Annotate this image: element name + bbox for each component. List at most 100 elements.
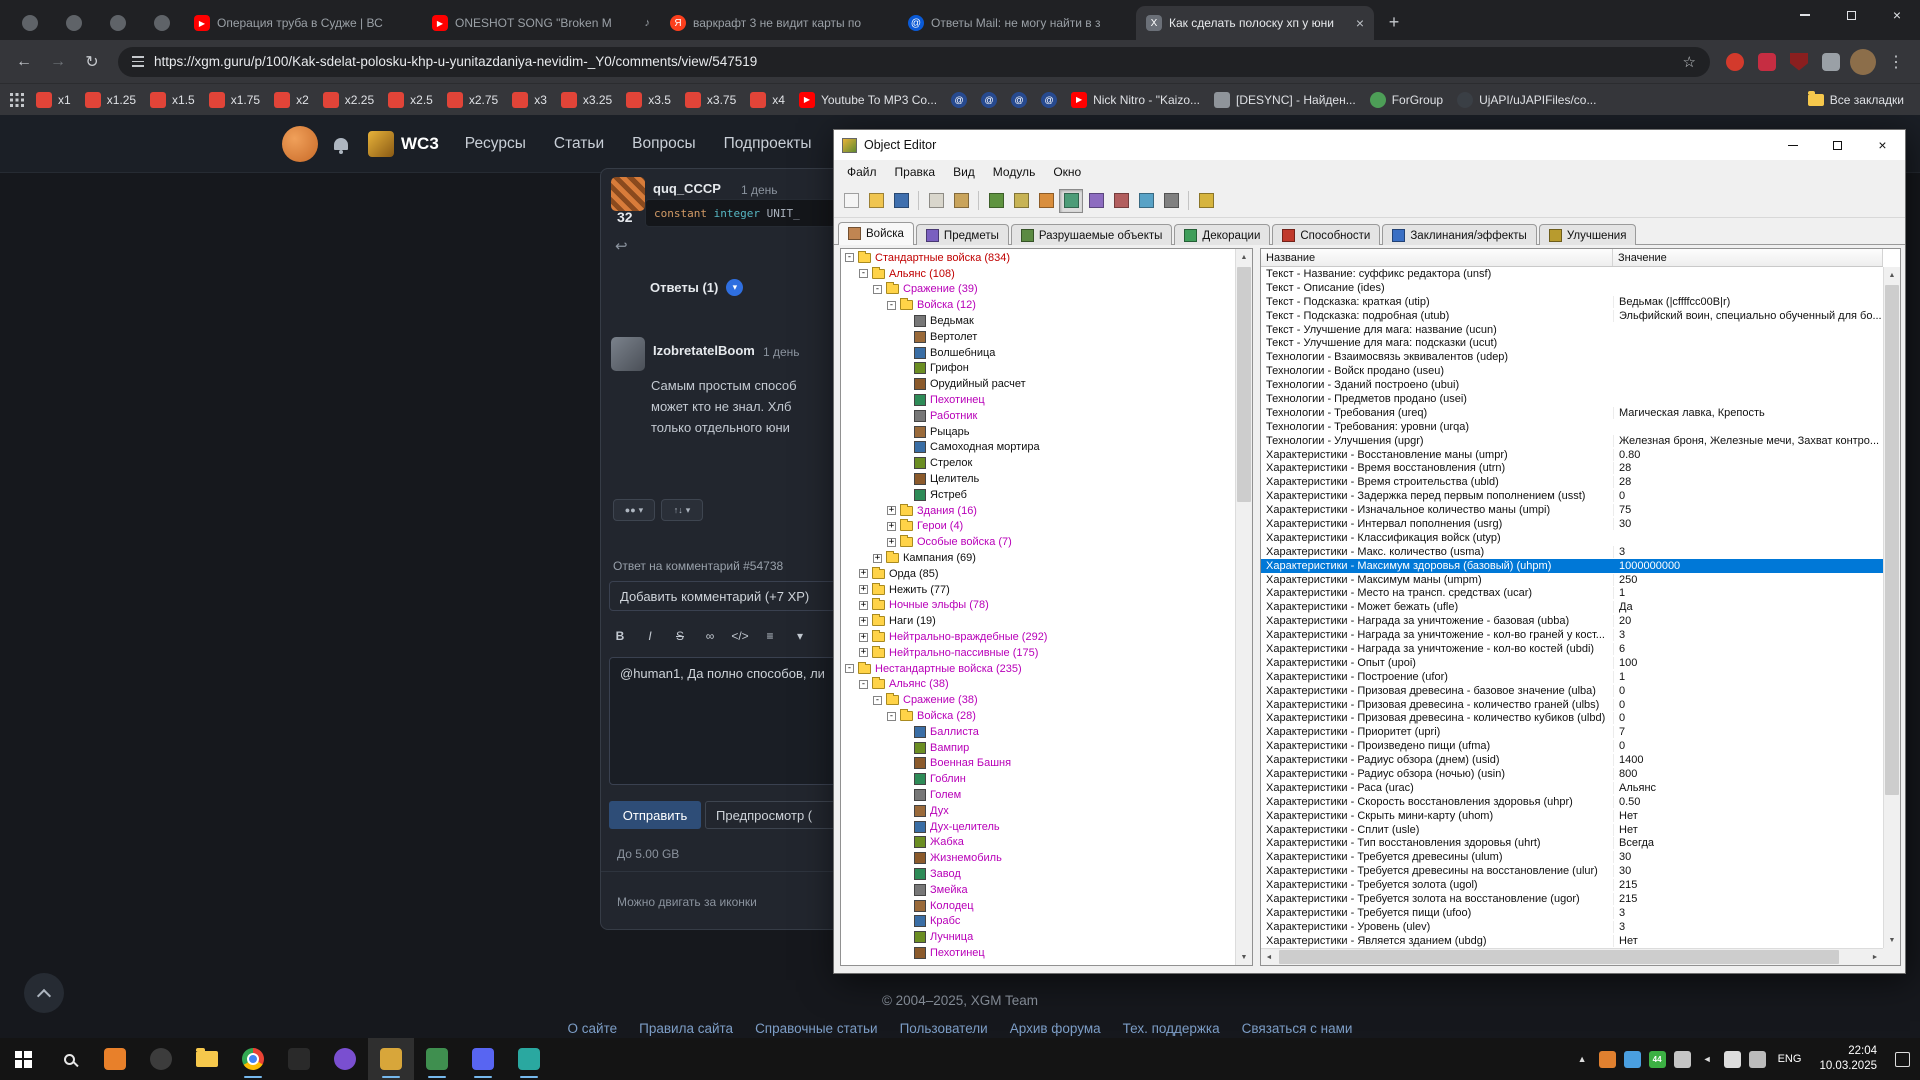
property-row[interactable]: Характеристики - Приоритет (upri) 7	[1261, 725, 1883, 739]
properties-scrollbar[interactable]: ▲ ▼	[1883, 267, 1900, 948]
bookmark-item[interactable]: x3	[506, 89, 553, 111]
property-row[interactable]: Характеристики - Произведено пищи (ufma)…	[1261, 739, 1883, 753]
save-map-button[interactable]	[889, 188, 913, 213]
tray-app-1-icon[interactable]	[1598, 1050, 1616, 1068]
tree-item[interactable]: - Сражение (38)	[842, 692, 1235, 708]
property-row[interactable]: Характеристики - Скорость восстановления…	[1261, 795, 1883, 809]
tree-item[interactable]: - Альянс (38)	[842, 677, 1235, 693]
tree-item[interactable]: - Войска (28)	[842, 708, 1235, 724]
extension-red-icon[interactable]	[1752, 47, 1782, 77]
property-row[interactable]: Текст - Улучшение для мага: подсказки (u…	[1261, 336, 1883, 350]
object-editor-titlebar[interactable]: Object Editor ×	[834, 130, 1905, 160]
property-row[interactable]: Характеристики - Требуется золота (ugol)…	[1261, 878, 1883, 892]
tree-item[interactable]: + Нейтрально-враждебные (292)	[842, 629, 1235, 645]
bookmark-item[interactable]: ▶ Youtube To MP3 Co...	[793, 89, 943, 111]
property-row[interactable]: Характеристики - Максимум маны (umpm) 250	[1261, 573, 1883, 587]
browser-tab[interactable]: X Как сделать полоску хп у юни ×	[1136, 6, 1374, 40]
property-row[interactable]: Характеристики - Тип восстановления здор…	[1261, 837, 1883, 851]
editor-tab[interactable]: Войска	[838, 222, 914, 245]
tree-item[interactable]: Лучница	[842, 929, 1235, 945]
tree-item[interactable]: Ведьмак	[842, 313, 1235, 329]
tree-expand-icon[interactable]: +	[859, 648, 868, 658]
scroll-up-icon[interactable]: ▲	[1884, 267, 1900, 283]
new-map-button[interactable]	[839, 188, 863, 213]
tree-item[interactable]: Рыцарь	[842, 424, 1235, 440]
tree-item[interactable]: Колодец	[842, 898, 1235, 914]
bookmark-item[interactable]: x2.75	[441, 89, 504, 111]
browser-tab[interactable]: @ Ответы Mail: не могу найти в з	[898, 6, 1136, 40]
dark-app-icon[interactable]	[276, 1038, 322, 1080]
scroll-thumb[interactable]	[1237, 267, 1251, 502]
campaign-editor-button[interactable]	[1084, 188, 1108, 213]
footer-link[interactable]: Архив форума	[1010, 1021, 1101, 1036]
tree-item[interactable]: Самоходная мортира	[842, 440, 1235, 456]
property-row[interactable]: Характеристики - Может бежать (ufle) Да	[1261, 600, 1883, 614]
import-manager-button[interactable]	[1159, 188, 1183, 213]
user-avatar[interactable]	[282, 125, 318, 162]
property-row[interactable]: Технологии - Улучшения (upgr) Железная бр…	[1261, 434, 1883, 448]
terrain-editor-button[interactable]	[984, 188, 1008, 213]
tree-item[interactable]: + Нейтрально-пассивные (175)	[842, 645, 1235, 661]
replies-toggle[interactable]: Ответы (1) ▾	[650, 279, 744, 296]
nav-wc3[interactable]: WC3	[401, 134, 439, 154]
browser-maximize-button[interactable]	[1828, 0, 1874, 30]
object-editor-button[interactable]	[1059, 188, 1083, 213]
address-bar[interactable]: https://xgm.guru/p/100/Kak-sdelat-polosk…	[118, 46, 1710, 77]
tree-item[interactable]: Змейка	[842, 882, 1235, 898]
property-row[interactable]: Характеристики - Задержка перед первым п…	[1261, 489, 1883, 503]
browser-tab[interactable]: ▶ ONESHOT SONG "Broken М ♪	[422, 6, 660, 40]
object-manager-button[interactable]	[1134, 188, 1158, 213]
reply-arrow-icon[interactable]: ↩	[615, 237, 628, 255]
property-row[interactable]: Характеристики - Время строительства (ub…	[1261, 475, 1883, 489]
browser-tab[interactable]: Яваркрафт 3 не видит карты по	[660, 6, 898, 40]
editor-tab[interactable]: Декорации	[1174, 224, 1271, 245]
tree-expand-icon[interactable]: -	[859, 269, 868, 279]
property-row[interactable]: Характеристики - Требуется древесины на …	[1261, 864, 1883, 878]
scroll-down-icon[interactable]: ▼	[1236, 949, 1252, 965]
property-row[interactable]: Технологии - Требования (ureq) Магическая…	[1261, 406, 1883, 420]
chrome-icon[interactable]	[230, 1038, 276, 1080]
browser-minimize-button[interactable]	[1782, 0, 1828, 30]
column-header-value[interactable]: Значение	[1613, 249, 1883, 266]
pinned-tab-2[interactable]	[52, 6, 96, 40]
profile-avatar[interactable]	[1848, 47, 1878, 77]
footer-link[interactable]: Связаться с нами	[1242, 1021, 1353, 1036]
property-row[interactable]: Характеристики - Радиус обзора (ночью) (…	[1261, 767, 1883, 781]
property-row[interactable]: Характеристики - Опыт (upoi) 100	[1261, 656, 1883, 670]
bookmark-item[interactable]: x2.25	[317, 89, 380, 111]
wc3-logo[interactable]	[368, 130, 394, 157]
tree-item[interactable]: - Войска (12)	[842, 297, 1235, 313]
editor-tab[interactable]: Заклинания/эффекты	[1382, 224, 1537, 245]
format-button-3[interactable]: S	[667, 625, 693, 647]
reload-button[interactable]: ↻	[76, 46, 108, 78]
pinned-tab-4[interactable]	[140, 6, 184, 40]
property-row[interactable]: Текст - Описание (ides)	[1261, 281, 1883, 295]
tree-item[interactable]: Баллиста	[842, 724, 1235, 740]
network-icon[interactable]	[1723, 1050, 1741, 1068]
site-settings-icon[interactable]	[132, 56, 144, 67]
tree-item[interactable]: Целитель	[842, 471, 1235, 487]
scroll-up-icon[interactable]: ▲	[1236, 249, 1252, 265]
tree-item[interactable]: + Нежить (77)	[842, 582, 1235, 598]
sort-button[interactable]: ↑↓ ▾	[661, 499, 703, 521]
tree-item[interactable]: Вампир	[842, 740, 1235, 756]
bookmark-item[interactable]: x1	[30, 89, 77, 111]
tree-expand-icon[interactable]: +	[887, 521, 896, 531]
tree-item[interactable]: Пехотинец	[842, 945, 1235, 961]
browser-tab[interactable]: ▶ Операция труба в Судже | ВС	[184, 6, 422, 40]
format-button-1[interactable]: B	[607, 625, 633, 647]
editor-tab[interactable]: Способности	[1272, 224, 1381, 245]
tree-expand-icon[interactable]: -	[887, 711, 896, 721]
search-button[interactable]	[46, 1038, 92, 1080]
property-row[interactable]: Характеристики - Построение (ufor) 1	[1261, 670, 1883, 684]
tray-app-2-icon[interactable]	[1623, 1050, 1641, 1068]
property-row[interactable]: Характеристики - Классификация войск (ut…	[1261, 531, 1883, 545]
property-row[interactable]: Характеристики - Уровень (ulev) 3	[1261, 920, 1883, 934]
property-row[interactable]: Характеристики - Время восстановления (u…	[1261, 461, 1883, 475]
clock[interactable]: 22:04 10.03.2025	[1819, 1044, 1877, 1074]
property-row[interactable]: Текст - Улучшение для мага: название (uc…	[1261, 323, 1883, 337]
nav-link[interactable]: Ресурсы	[465, 135, 526, 153]
tree-item[interactable]: Дух	[842, 803, 1235, 819]
tree-item[interactable]: - Нестандартные войска (235)	[842, 661, 1235, 677]
scroll-down-icon[interactable]: ▼	[1884, 932, 1900, 948]
